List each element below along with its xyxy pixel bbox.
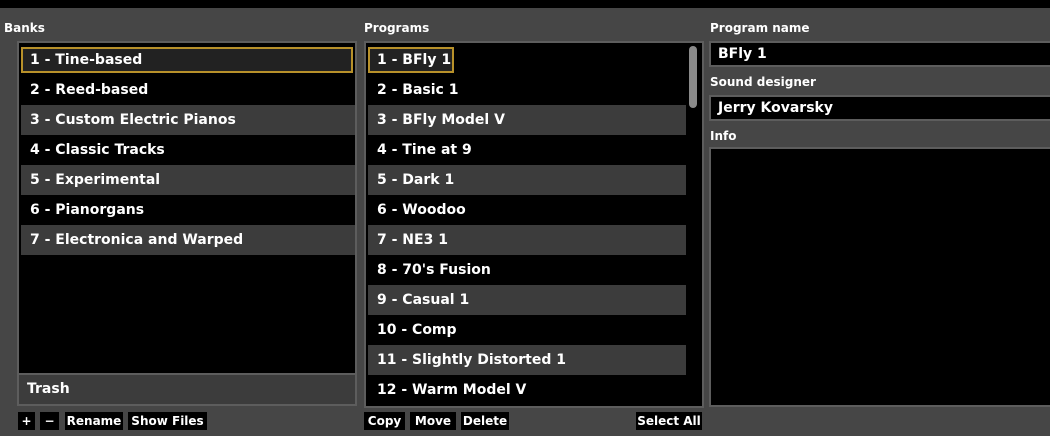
program-item-label: 8 - 70's Fusion <box>377 262 491 278</box>
banks-title: Banks <box>4 21 45 35</box>
delete-button[interactable]: Delete <box>461 412 509 430</box>
program-item-label: 5 - Dark 1 <box>377 172 455 188</box>
move-button[interactable]: Move <box>410 412 456 430</box>
top-border <box>0 0 1050 8</box>
program-item[interactable]: 12 - Warm Model V <box>368 375 686 405</box>
bank-item[interactable]: 7 - Electronica and Warped <box>21 225 355 255</box>
program-item-label: 11 - Slightly Distorted 1 <box>377 352 566 368</box>
program-item-label: 4 - Tine at 9 <box>377 142 472 158</box>
bank-item[interactable]: 3 - Custom Electric Pianos <box>21 105 355 135</box>
program-name-field[interactable]: BFly 1 <box>709 41 1050 67</box>
bank-item[interactable]: 6 - Pianorgans <box>21 195 355 225</box>
program-item[interactable]: 11 - Slightly Distorted 1 <box>368 345 686 375</box>
program-item-label: 10 - Comp <box>377 322 457 338</box>
trash-label: Trash <box>27 381 70 397</box>
add-bank-button[interactable]: + <box>18 412 35 430</box>
program-item[interactable]: 5 - Dark 1 <box>368 165 686 195</box>
bank-item[interactable]: 1 - Tine-based <box>21 47 353 73</box>
program-item[interactable]: 7 - NE3 1 <box>368 225 686 255</box>
bank-item-label: 1 - Tine-based <box>30 52 143 68</box>
programs-list[interactable]: 1 - BFly 1 2 - Basic 1 3 - BFly Model V … <box>364 41 704 408</box>
programs-scrollbar[interactable] <box>686 44 700 404</box>
bank-item-label: 7 - Electronica and Warped <box>30 232 244 248</box>
sound-designer-label: Sound designer <box>710 75 816 89</box>
program-name-label: Program name <box>710 21 810 35</box>
copy-button[interactable]: Copy <box>364 412 405 430</box>
program-item[interactable]: 4 - Tine at 9 <box>368 135 686 165</box>
program-item-label: 9 - Casual 1 <box>377 292 470 308</box>
rename-bank-button[interactable]: Rename <box>65 412 123 430</box>
remove-bank-button[interactable]: − <box>40 412 59 430</box>
bank-item-label: 2 - Reed-based <box>30 82 149 98</box>
program-item[interactable]: 3 - BFly Model V <box>368 105 686 135</box>
program-item[interactable]: 9 - Casual 1 <box>368 285 686 315</box>
program-item[interactable]: 8 - 70's Fusion <box>368 255 686 285</box>
program-item-label: 6 - Woodoo <box>377 202 466 218</box>
program-item-label: 3 - BFly Model V <box>377 112 505 128</box>
program-item[interactable]: 6 - Woodoo <box>368 195 686 225</box>
bank-item-label: 4 - Classic Tracks <box>30 142 165 158</box>
sound-designer-field[interactable]: Jerry Kovarsky <box>709 95 1050 121</box>
trash-bank[interactable]: Trash <box>17 373 357 406</box>
bank-item-label: 3 - Custom Electric Pianos <box>30 112 236 128</box>
info-label: Info <box>710 129 737 143</box>
scrollbar-thumb[interactable] <box>689 46 697 108</box>
bank-item[interactable]: 2 - Reed-based <box>21 75 355 105</box>
select-all-button[interactable]: Select All <box>636 412 702 430</box>
show-files-button[interactable]: Show Files <box>128 412 207 430</box>
program-item[interactable]: 10 - Comp <box>368 315 686 345</box>
bank-item-label: 5 - Experimental <box>30 172 161 188</box>
programs-title: Programs <box>364 21 430 35</box>
program-item-label: 7 - NE3 1 <box>377 232 448 248</box>
info-textarea[interactable] <box>709 147 1050 407</box>
program-item-label: 2 - Basic 1 <box>377 82 459 98</box>
banks-list[interactable]: 1 - Tine-based 2 - Reed-based 3 - Custom… <box>17 41 357 375</box>
program-item[interactable]: 1 - BFly 1 <box>368 47 454 73</box>
bank-item[interactable]: 5 - Experimental <box>21 165 355 195</box>
program-item-label: 12 - Warm Model V <box>377 382 527 398</box>
bank-item-label: 6 - Pianorgans <box>30 202 145 218</box>
program-item[interactable]: 2 - Basic 1 <box>368 75 686 105</box>
program-item-label: 1 - BFly 1 <box>377 52 452 68</box>
bank-item[interactable]: 4 - Classic Tracks <box>21 135 355 165</box>
